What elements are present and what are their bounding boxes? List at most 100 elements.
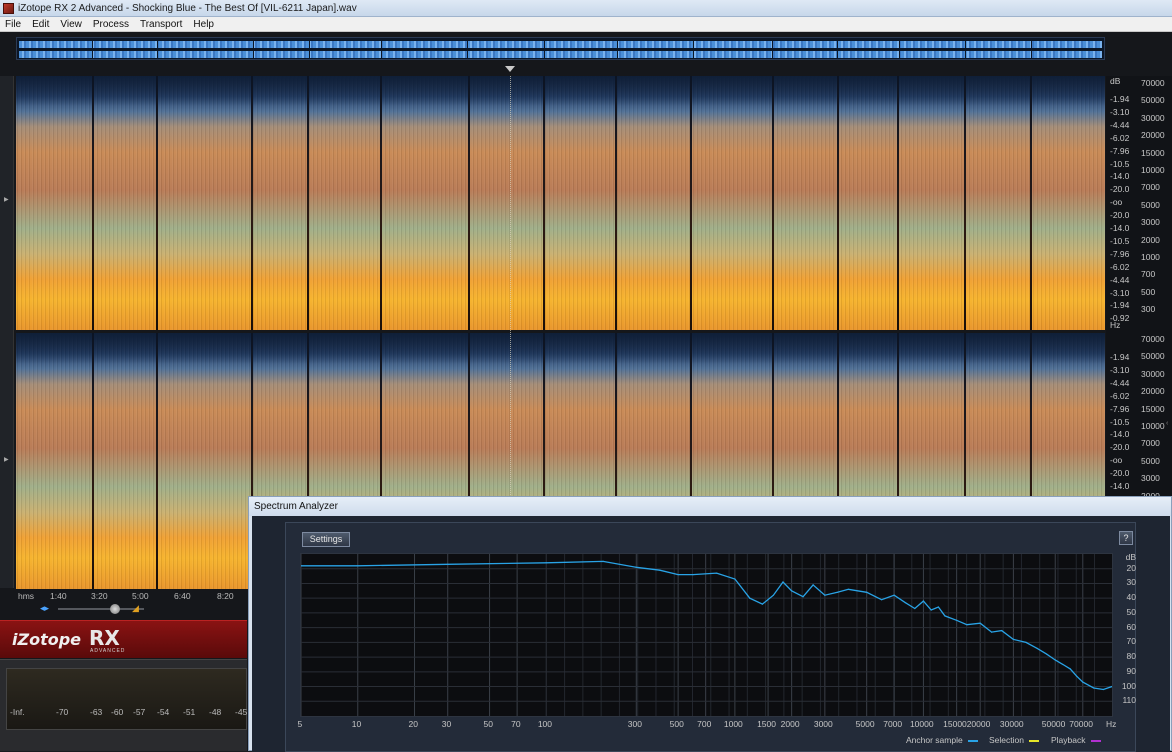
overview-gap bbox=[157, 38, 158, 59]
channel-1-arrow-icon[interactable]: ▶ bbox=[4, 196, 10, 203]
series-point bbox=[824, 594, 826, 596]
menu-help[interactable]: Help bbox=[188, 19, 220, 30]
ch1-hz-label: 5000 bbox=[1141, 199, 1160, 210]
menu-transport[interactable]: Transport bbox=[135, 19, 188, 30]
series-point bbox=[914, 607, 916, 610]
channel-2-arrow-icon[interactable]: ▶ bbox=[4, 456, 10, 463]
spectrum-y-axis: dB 20 30 40 50 60 70 80 90 100 110 bbox=[1114, 552, 1138, 717]
ch1-db-label: -1.94 bbox=[1110, 94, 1130, 104]
settings-button[interactable]: Settings bbox=[302, 532, 350, 547]
overview-gap bbox=[617, 38, 618, 59]
overview-gap bbox=[544, 38, 545, 59]
ch2-hz-label: 70000 bbox=[1141, 334, 1165, 344]
x-tick-label: 20000 bbox=[966, 719, 991, 729]
ch2-db-label: -4.44 bbox=[1110, 377, 1130, 388]
x-tick-label: 300 bbox=[627, 719, 642, 729]
overview-gap bbox=[253, 38, 254, 59]
speaker-icon[interactable]: ◂▸ bbox=[40, 603, 49, 614]
ch1-db-label: -20.0 bbox=[1110, 184, 1130, 195]
ch1-db-label: -3.10 bbox=[1110, 287, 1130, 298]
time-ruler: hms 1:40 3:20 5:00 6:40 8:20 bbox=[16, 590, 246, 602]
legend-playback-label: Playback bbox=[1051, 735, 1086, 745]
spectrum-analyzer-title[interactable]: Spectrum Analyzer bbox=[249, 497, 1171, 516]
x-tick-label: 500 bbox=[669, 719, 684, 729]
menu-view[interactable]: View bbox=[55, 19, 88, 30]
playback-transport: ◂▸ ◢ bbox=[40, 603, 150, 615]
spectrum-analyzer-window[interactable]: Spectrum Analyzer Settings ? dB 20 30 40 50… bbox=[248, 496, 1172, 752]
ch1-db-label: -1.94 bbox=[1110, 300, 1130, 311]
izotope-logo: iZotope RX ADVANCED bbox=[0, 620, 247, 658]
ch2-db-label: -14.0 bbox=[1110, 481, 1130, 491]
y-tick-label: 90 bbox=[1126, 665, 1136, 676]
time-mark: 3:20 bbox=[91, 591, 108, 601]
ch2-hz-label: 3000 bbox=[1141, 473, 1160, 484]
overview-gap bbox=[309, 38, 310, 59]
ch1-hz-label: 50000 bbox=[1141, 95, 1165, 106]
series-point bbox=[944, 615, 946, 617]
y-tick-label: 100 bbox=[1121, 680, 1136, 691]
overview-wave-left bbox=[19, 41, 1102, 48]
ch1-db-label: -10.5 bbox=[1110, 235, 1130, 246]
level-meter bbox=[6, 668, 247, 730]
ch2-hz-label: 7000 bbox=[1141, 438, 1160, 449]
meter-label: -48 bbox=[209, 707, 222, 717]
ch2-db-label: -7.96 bbox=[1110, 403, 1130, 414]
spectrogram-channel-1[interactable] bbox=[16, 76, 1105, 330]
ch1-hz-label: 1000 bbox=[1141, 252, 1160, 262]
legend-playback: Playback bbox=[1051, 735, 1101, 745]
title-bar: iZotope RX 2 Advanced - Shocking Blue - … bbox=[0, 0, 1172, 17]
menu-file[interactable]: File bbox=[0, 19, 27, 30]
spectrum-plot[interactable] bbox=[300, 553, 1113, 717]
spectrogram-image bbox=[16, 76, 1105, 330]
overview-gap bbox=[965, 38, 966, 59]
legend-anchor-sample: Anchor sample bbox=[906, 735, 978, 745]
volume-slider-knob[interactable] bbox=[110, 604, 120, 614]
legend-selection-label: Selection bbox=[989, 735, 1024, 745]
ch1-hz-label: 2000 bbox=[1141, 234, 1160, 245]
waveform-overview[interactable] bbox=[16, 37, 1105, 60]
series-point bbox=[1082, 681, 1084, 683]
ch1-db-label: -7.96 bbox=[1110, 248, 1130, 259]
spectrum-legend: Anchor sample Selection Playback bbox=[906, 735, 1136, 747]
series-point bbox=[881, 599, 883, 601]
meter-label: -70 bbox=[56, 707, 69, 717]
menu-process[interactable]: Process bbox=[88, 19, 135, 30]
ch1-hz-label: 7000 bbox=[1141, 182, 1160, 193]
brand-logo-text: iZotope bbox=[12, 630, 82, 649]
help-button[interactable]: ? bbox=[1119, 531, 1133, 545]
ch1-hz-label: 30000 bbox=[1141, 112, 1165, 123]
series-point bbox=[782, 581, 784, 583]
ch2-hz-label: 50000 bbox=[1141, 351, 1165, 362]
x-tick-label: 5000 bbox=[855, 719, 875, 729]
y-unit-label: dB bbox=[1125, 552, 1136, 562]
series-point bbox=[357, 565, 359, 567]
series-point bbox=[1012, 638, 1015, 640]
spectrum-analyzer-panel: Settings ? dB 20 30 40 50 60 70 80 90 100 110 5 10… bbox=[285, 522, 1136, 752]
series-point bbox=[866, 591, 868, 593]
spectrum-x-axis: 5 10 20 30 50 70 100 300 500 700 1000 1500 2000 3000 5… bbox=[298, 719, 1138, 731]
playhead-marker[interactable] bbox=[505, 66, 515, 72]
ch1-db-label: -3.10 bbox=[1110, 106, 1130, 117]
series-point bbox=[1046, 653, 1048, 655]
ch1-hz-label: 10000 bbox=[1141, 165, 1165, 175]
overview-gap bbox=[1031, 38, 1032, 59]
ch1-db-label: -6.02 bbox=[1110, 132, 1130, 143]
y-tick-label: 80 bbox=[1126, 651, 1136, 662]
ch1-hz-label: 3000 bbox=[1141, 217, 1160, 228]
scroll-grip-icon[interactable]: ‹ bbox=[1166, 420, 1172, 450]
menu-edit[interactable]: Edit bbox=[27, 19, 55, 30]
ch1-db-label: -0.92 bbox=[1110, 313, 1130, 324]
x-tick-label: 30 bbox=[441, 719, 452, 729]
ch1-db-label: -10.5 bbox=[1110, 158, 1130, 169]
meter-label: -45 bbox=[235, 707, 248, 717]
ch2-hz-label: 10000 bbox=[1141, 421, 1165, 431]
x-tick-label: 70000 bbox=[1069, 719, 1093, 729]
y-tick-label: 60 bbox=[1126, 621, 1136, 632]
x-tick-label: 50 bbox=[483, 719, 494, 729]
series-point bbox=[1062, 663, 1064, 666]
mute-icon[interactable]: ◢ bbox=[132, 603, 139, 614]
series-point bbox=[893, 594, 895, 596]
ch2-db-label: -oo bbox=[1110, 455, 1123, 466]
series-point bbox=[659, 569, 661, 571]
x-tick-label: 1500 bbox=[757, 719, 776, 729]
